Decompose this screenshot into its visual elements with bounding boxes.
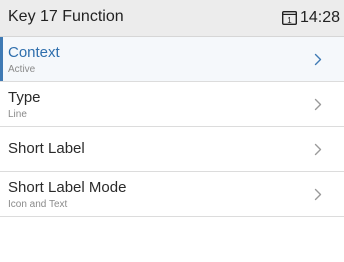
phone-screen: Key 17 Function 1 14:28 Context Active T… [0,0,344,262]
menu-item-value: Icon and Text [8,199,68,210]
chevron-right-icon [314,53,322,66]
menu-item-value: Line [8,109,27,120]
menu-item-label: Short Label Mode [8,179,127,196]
status-area: 1 14:28 [281,8,340,28]
menu-item-label: Type [8,89,41,106]
menu-list: Context Active Type Line Short Label Sho… [0,37,344,217]
menu-item-label: Short Label [8,140,85,157]
menu-item-context[interactable]: Context Active [0,37,344,82]
page-title: Key 17 Function [8,8,124,25]
clock-time: 14:28 [299,9,340,26]
menu-item-short-label[interactable]: Short Label [0,127,344,172]
menu-item-short-label-mode[interactable]: Short Label Mode Icon and Text [0,172,344,217]
line-1-icon: 1 [281,11,297,25]
menu-item-type[interactable]: Type Line [0,82,344,127]
header-bar: Key 17 Function 1 14:28 [0,0,344,37]
chevron-right-icon [314,98,322,111]
line-number: 1 [287,16,292,25]
menu-item-label: Context [8,44,60,61]
chevron-right-icon [314,143,322,156]
chevron-right-icon [314,188,322,201]
menu-item-value: Active [8,64,36,75]
